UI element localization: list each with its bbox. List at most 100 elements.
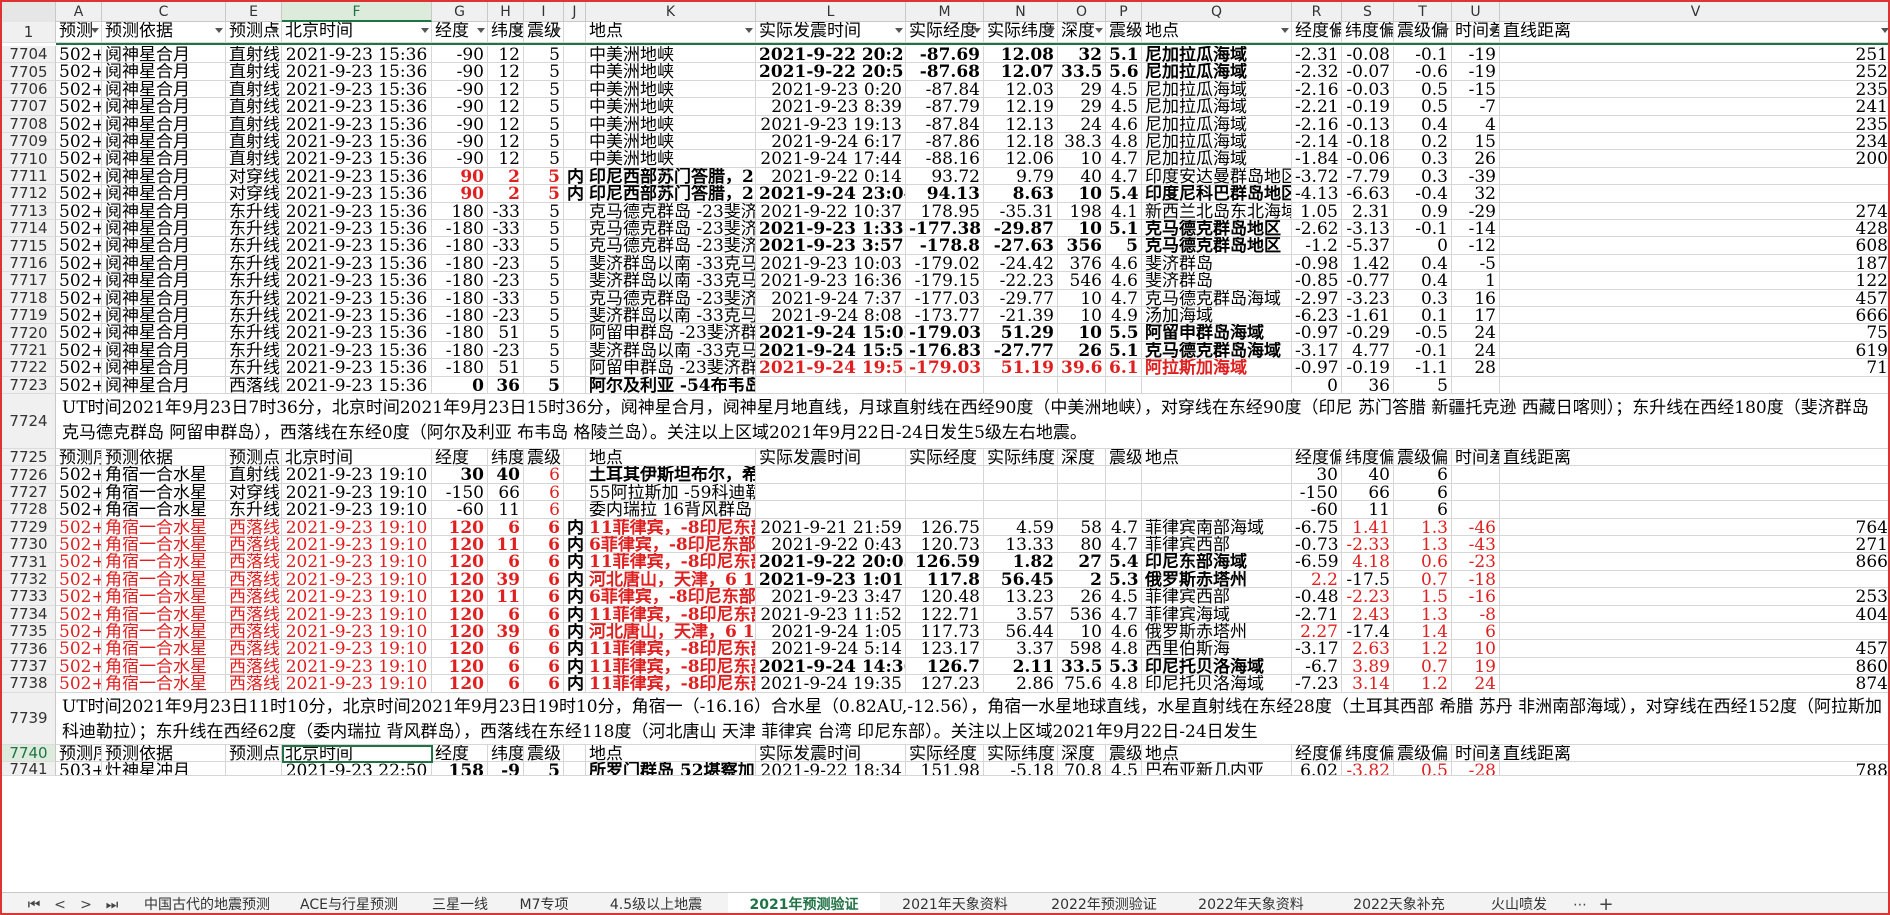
cell[interactable]: 5 [1106,237,1142,255]
cell[interactable]: -2.16 [1292,115,1342,133]
cell[interactable]: -17.5 [1342,570,1394,589]
cell[interactable]: -0.97 [1292,359,1342,377]
cell[interactable]: 6 [524,640,564,658]
cell[interactable]: 中美洲地峡 [586,150,756,168]
cell[interactable]: 2021-9-23 0:20 [756,80,906,99]
cell[interactable] [906,466,984,484]
cell[interactable]: 2021-9-23 15:36 [282,220,432,238]
cell[interactable]: 27 [1058,553,1106,571]
cell[interactable]: 直射线 [226,133,282,151]
cell[interactable]: -180 [432,272,488,290]
column-header-O[interactable]: O [1058,2,1106,22]
cell[interactable]: 39.6 [1058,359,1106,377]
cell[interactable]: 5 [524,115,564,133]
cell[interactable]: 内 [564,570,586,589]
cell[interactable]: 西落线 [226,553,282,571]
row-number[interactable]: 7734 [2,605,56,623]
row-number[interactable]: 7711 [2,167,56,186]
sheet-tab[interactable]: 2022年天象资料 [1178,893,1324,913]
cell[interactable]: 120 [432,553,488,571]
cell[interactable]: 3.89 [1342,657,1394,676]
cell[interactable]: -1.61 [1342,307,1394,325]
cell[interactable]: 117.73 [906,623,984,641]
cell[interactable]: 502+1 [56,220,102,238]
cell[interactable]: 4.8 [1106,133,1142,151]
row-number[interactable]: 7733 [2,587,56,606]
cell[interactable]: 4.6 [1106,623,1142,641]
cell[interactable]: 6菲律宾，-8印尼东部 [586,588,756,606]
cell[interactable]: 西落线 [226,376,282,394]
cell[interactable]: 12.19 [984,98,1058,116]
row-number[interactable]: 7727 [2,483,56,502]
cell[interactable]: 6 [524,501,564,519]
cell[interactable]: 0 [1292,376,1342,394]
header-cell[interactable]: 时间差 [1452,744,1500,762]
cell[interactable]: 6菲律宾，-8印尼东部 [586,536,756,554]
sheet-tab[interactable]: M7专项 [504,893,584,913]
header-cell[interactable]: 实际经度 [906,22,984,43]
cell[interactable]: -87.84 [906,80,984,99]
cell[interactable]: -0.85 [1292,272,1342,290]
cell[interactable]: 角宿一合水星 [102,553,226,571]
cell[interactable]: 新西兰北岛东北海域 [1142,202,1292,220]
add-sheet-icon[interactable]: + [1594,895,1618,914]
cell[interactable]: -176.83 [906,341,984,360]
cell[interactable]: 271 [1500,536,1888,554]
row-number[interactable]: 7710 [2,150,56,168]
cell[interactable]: 6 [488,553,524,571]
cell[interactable]: -1.2 [1292,237,1342,255]
cell[interactable]: 4.7 [1106,167,1142,186]
row-number[interactable]: 7738 [2,674,56,693]
cell[interactable] [1452,466,1500,484]
cell[interactable]: 直射线 [226,466,282,484]
cell[interactable]: 阋神星合月 [102,359,226,377]
cell[interactable]: 2021-9-23 15:36 [282,98,432,116]
row-number[interactable]: 7718 [2,289,56,307]
cell[interactable] [564,341,586,360]
cell[interactable]: 11菲律宾，-8印尼东部 [586,518,756,536]
cell[interactable]: 角宿一合水星 [102,675,226,693]
cell[interactable]: 角宿一合水星 [102,518,226,536]
cell[interactable]: 阋神星合月 [102,202,226,220]
cell[interactable]: 502+1 [56,254,102,273]
cell[interactable]: 6 [524,518,564,536]
cell[interactable]: 178.95 [906,202,984,220]
cell[interactable]: 西落线 [226,605,282,623]
cell[interactable]: 788 [1500,762,1888,776]
row-number[interactable]: 7709 [2,132,56,151]
cell[interactable]: 2021-9-23 10:03 [756,254,906,273]
row-number[interactable]: 7732 [2,570,56,589]
cell[interactable]: 中美洲地峡 [586,80,756,99]
cell[interactable]: 4.7 [1106,605,1142,623]
cell[interactable]: 0.4 [1394,272,1452,290]
cell[interactable]: 38.3 [1058,133,1106,151]
cell[interactable]: 33.5 [1058,657,1106,676]
cell[interactable]: -2.71 [1292,605,1342,623]
cell[interactable]: 东升线 [226,220,282,238]
filter-dropdown-icon[interactable] [215,28,223,33]
cell[interactable]: -0.07 [1342,63,1394,81]
cell[interactable]: -180 [432,341,488,360]
cell[interactable]: 2021-9-23 15:36 [282,376,432,394]
cell[interactable]: 2021-9-23 19:10 [282,588,432,606]
cell[interactable]: 阋神星合月 [102,254,226,273]
cell[interactable] [756,483,906,502]
cell[interactable]: 东升线 [226,272,282,290]
cell[interactable]: 5 [524,359,564,377]
cell[interactable]: 克马德克群岛 -23斐济 [586,237,756,255]
cell[interactable] [1452,501,1500,519]
cell[interactable]: 12 [488,46,524,64]
cell[interactable] [564,359,586,377]
cell[interactable]: -177.03 [906,289,984,307]
cell[interactable] [1106,466,1142,484]
header-cell[interactable]: 震级偏 [1394,744,1452,762]
cell[interactable]: 2021-9-23 15:36 [282,254,432,273]
cell[interactable]: -0.1 [1394,46,1452,64]
cell[interactable]: 75 [1500,324,1888,342]
cell[interactable]: 2021-9-23 19:10 [282,536,432,554]
cell[interactable]: 56.45 [984,570,1058,589]
cell[interactable]: -3.72 [1292,167,1342,186]
cell[interactable]: -6.63 [1342,185,1394,203]
cell[interactable] [564,483,586,502]
cell[interactable]: 5 [524,289,564,307]
